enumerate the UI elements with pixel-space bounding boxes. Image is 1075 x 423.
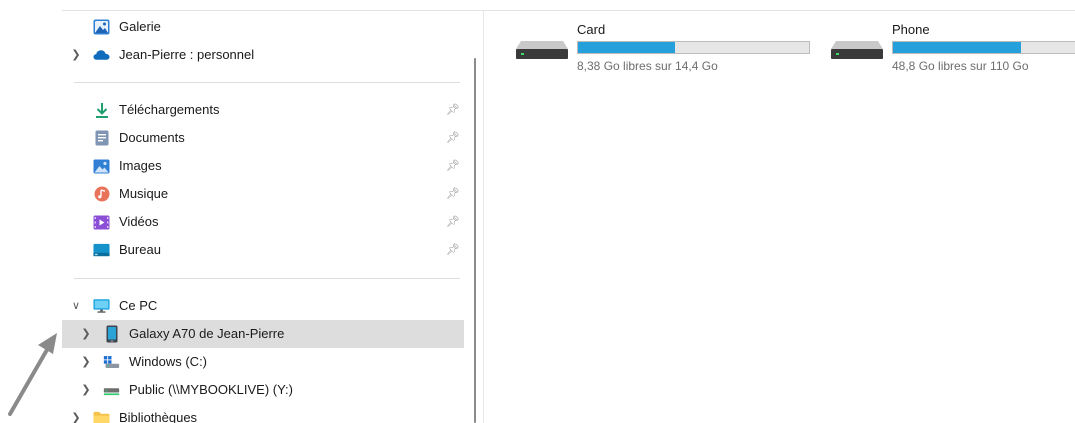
drive-tile-phone[interactable]: Phone 48,8 Go libres sur 110 Go	[830, 20, 1075, 78]
chevron-right-icon[interactable]: ❯	[70, 49, 82, 61]
nav-item-label: Windows (C:)	[129, 354, 208, 369]
download-icon	[93, 102, 110, 119]
nav-item-documents[interactable]: Documents 📌︎	[62, 124, 464, 152]
libraries-folder-icon	[93, 410, 110, 423]
nav-item-images[interactable]: Images 📌︎	[62, 152, 464, 180]
drive-usage-fill	[578, 42, 675, 53]
nav-item-windows-c[interactable]: ❯ Windows (C:)	[62, 348, 464, 376]
nav-item-label: Galerie	[119, 19, 161, 34]
drive-usage-bar	[577, 41, 810, 54]
chevron-right-icon[interactable]: ❯	[80, 384, 92, 396]
drive-usage-fill	[893, 42, 1022, 53]
nav-item-musique[interactable]: Musique 📌︎	[62, 180, 464, 208]
drive-free-space: 48,8 Go libres sur 110 Go	[892, 59, 1029, 73]
chevron-down-icon[interactable]: ∨	[70, 300, 82, 312]
annotation-arrow	[8, 333, 57, 416]
storage-drive-icon	[515, 40, 569, 60]
pane-divider	[483, 11, 484, 423]
videos-icon	[93, 214, 110, 231]
pictures-icon	[93, 158, 110, 175]
drive-free-space: 8,38 Go libres sur 14,4 Go	[577, 59, 718, 73]
nav-item-telechargements[interactable]: Téléchargements 📌︎	[62, 96, 464, 124]
drive-usage-bar	[892, 41, 1075, 54]
nav-item-bureau[interactable]: Bureau 📌︎	[62, 236, 464, 264]
navigation-pane: Galerie ❯ Jean-Pierre : personnel Téléch…	[62, 11, 464, 423]
nav-item-bibliotheques[interactable]: ❯ Bibliothèques	[62, 404, 464, 423]
nav-item-public-network-drive[interactable]: ❯ Public (\\MYBOOKLIVE) (Y:)	[62, 376, 464, 404]
gallery-icon	[93, 19, 110, 36]
nav-item-label: Images	[119, 158, 162, 173]
nav-item-onedrive-personal[interactable]: ❯ Jean-Pierre : personnel	[62, 41, 464, 69]
music-icon	[93, 186, 110, 203]
nav-item-label: Documents	[119, 130, 185, 145]
nav-divider	[74, 278, 460, 279]
chevron-right-icon[interactable]: ❯	[70, 412, 82, 423]
phone-device-icon	[103, 325, 120, 343]
nav-item-label: Public (\\MYBOOKLIVE) (Y:)	[129, 382, 293, 397]
scrollbar-thumb[interactable]	[474, 58, 476, 423]
storage-drive-icon	[830, 40, 884, 60]
nav-item-ce-pc[interactable]: ∨ Ce PC	[62, 292, 464, 320]
windows-drive-icon	[103, 354, 120, 371]
nav-item-label: Jean-Pierre : personnel	[119, 47, 255, 62]
network-drive-icon	[103, 382, 120, 399]
pin-icon[interactable]: 📌︎	[446, 132, 460, 144]
nav-item-label: Galaxy A70 de Jean-Pierre	[129, 326, 285, 341]
file-explorer-window: Galerie ❯ Jean-Pierre : personnel Téléch…	[0, 0, 1075, 423]
nav-item-galerie[interactable]: Galerie	[62, 13, 464, 41]
pin-icon[interactable]: 📌︎	[446, 104, 460, 116]
pin-icon[interactable]: 📌︎	[446, 188, 460, 200]
nav-item-label: Ce PC	[119, 298, 158, 313]
drive-tile-card[interactable]: Card 8,38 Go libres sur 14,4 Go	[515, 20, 815, 78]
nav-item-label: Bibliothèques	[119, 410, 198, 423]
nav-pane-scrollbar[interactable]	[469, 11, 481, 423]
computer-monitor-icon	[93, 298, 110, 315]
chevron-right-icon[interactable]: ❯	[80, 356, 92, 368]
nav-item-label: Musique	[119, 186, 169, 201]
onedrive-cloud-icon	[93, 47, 110, 64]
nav-item-label: Bureau	[119, 242, 161, 257]
desktop-folder-icon	[93, 242, 110, 259]
nav-item-videos[interactable]: Vidéos 📌︎	[62, 208, 464, 236]
nav-divider	[74, 82, 460, 83]
drive-name: Card	[577, 22, 606, 37]
nav-item-label: Téléchargements	[119, 102, 220, 117]
nav-item-galaxy-a70[interactable]: ❯ Galaxy A70 de Jean-Pierre	[62, 320, 464, 348]
drive-name: Phone	[892, 22, 930, 37]
chevron-right-icon[interactable]: ❯	[80, 328, 92, 340]
pin-icon[interactable]: 📌︎	[446, 244, 460, 256]
pin-icon[interactable]: 📌︎	[446, 216, 460, 228]
documents-icon	[93, 130, 110, 147]
pin-icon[interactable]: 📌︎	[446, 160, 460, 172]
nav-item-label: Vidéos	[119, 214, 159, 229]
